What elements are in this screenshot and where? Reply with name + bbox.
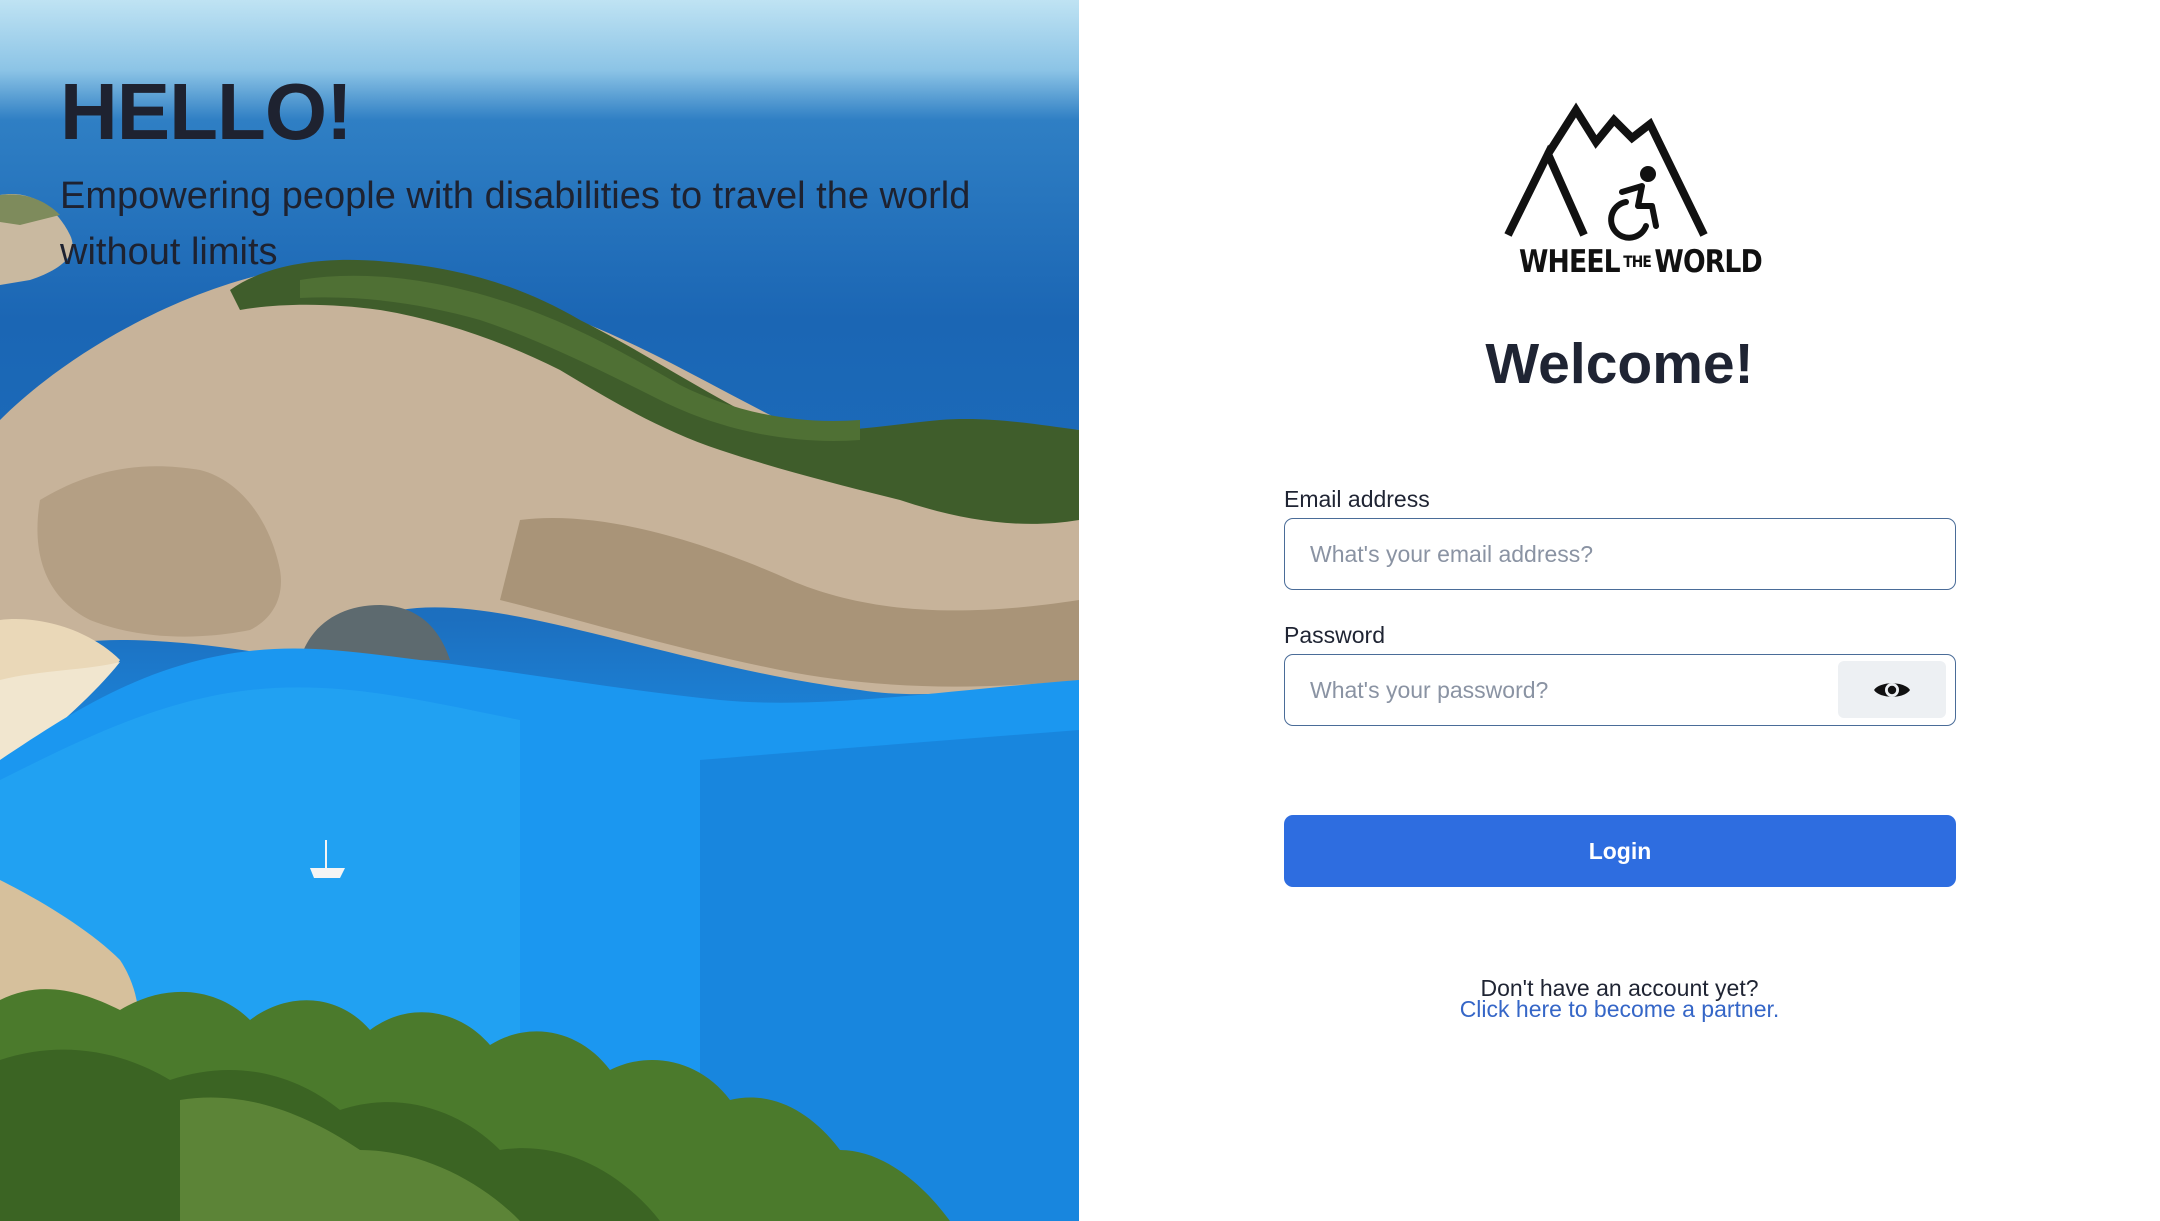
wheelchair-icon [1608,166,1659,241]
login-panel: WHEELTHEWORLD Welcome! Email address Pas… [1079,0,2160,1221]
hero-subtitle: Empowering people with disabilities to t… [60,175,971,273]
email-input[interactable] [1285,519,1955,589]
hero-title: HELLO! [60,67,353,156]
show-password-button[interactable] [1838,661,1946,718]
email-label: Email address [1284,486,1430,512]
email-field-wrapper [1284,518,1956,590]
welcome-heading: Welcome! [1485,332,1754,396]
brand-logo: WHEEL THE WORLD [1504,98,1763,288]
eye-icon [1874,682,1910,697]
login-button[interactable]: Login [1284,815,1956,887]
brand-wordmark: WHEEL THE WORLD [1518,244,1763,280]
become-partner-link[interactable]: Click here to become a partner. [1460,998,1780,1021]
password-field-wrapper [1284,654,1956,726]
password-label: Password [1284,622,1385,648]
hero-banner: HELLO! Empowering people with disabiliti… [0,0,1079,1221]
signup-section: Don't have an account yet? Click here to… [1079,977,2160,1021]
login-page: HELLO! Empowering people with disabiliti… [0,0,2160,1221]
